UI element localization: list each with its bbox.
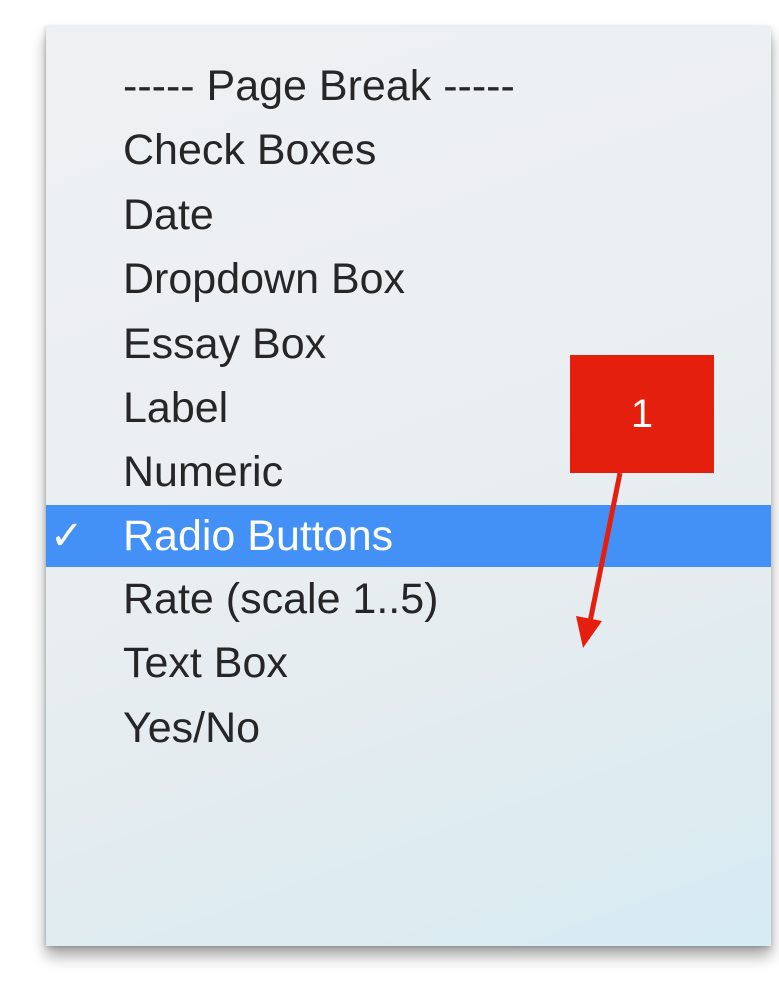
menu-item-label: Essay Box: [123, 319, 327, 368]
dropdown-menu: ----- Page Break ----- Check Boxes Date …: [46, 26, 771, 946]
menu-item-page-break[interactable]: ----- Page Break -----: [46, 54, 771, 118]
menu-item-label: Date: [123, 190, 214, 239]
menu-item-label: Yes/No: [123, 703, 261, 752]
menu-item-check-boxes[interactable]: Check Boxes: [46, 118, 771, 182]
menu-item-label: Dropdown Box: [123, 255, 406, 304]
screenshot-stage: ----- Page Break ----- Check Boxes Date …: [0, 0, 779, 984]
menu-item-label: Check Boxes: [123, 126, 377, 175]
menu-item-label-text: Label: [123, 383, 229, 432]
menu-item-rate-scale[interactable]: Rate (scale 1..5): [46, 567, 771, 631]
menu-item-text-box[interactable]: Text Box: [46, 631, 771, 695]
callout-badge: 1: [570, 355, 714, 473]
callout-number: 1: [630, 392, 654, 436]
menu-item-label: Rate (scale 1..5): [123, 574, 439, 623]
menu-item-yes-no[interactable]: Yes/No: [46, 696, 771, 760]
menu-item-label: Text Box: [123, 639, 288, 688]
menu-item-radio-buttons[interactable]: ✓ Radio Buttons: [46, 504, 771, 567]
menu-item-date[interactable]: Date: [46, 183, 771, 247]
menu-item-dropdown-box[interactable]: Dropdown Box: [46, 247, 771, 311]
menu-item-label: Numeric: [123, 448, 284, 497]
menu-item-label: ----- Page Break -----: [123, 62, 515, 110]
checkmark-icon: ✓: [50, 512, 84, 559]
menu-item-label: Radio Buttons: [123, 511, 394, 560]
